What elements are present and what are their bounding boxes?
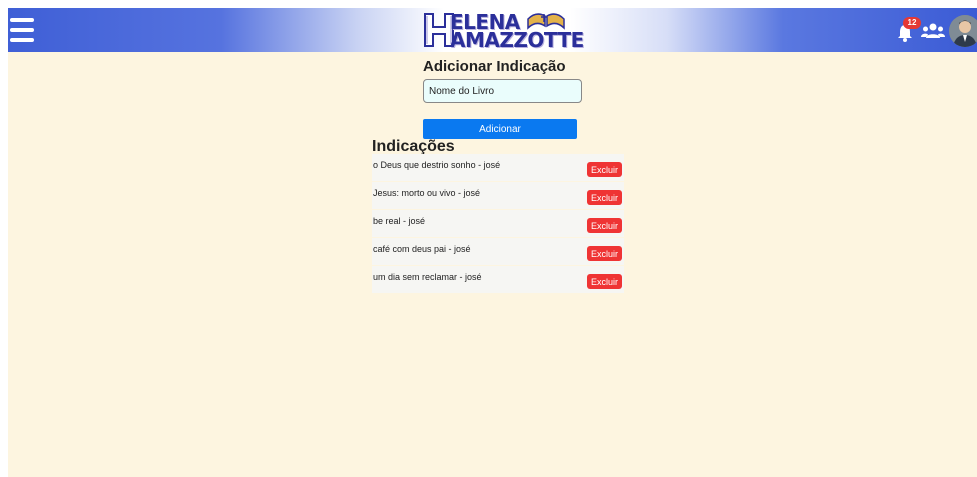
brand-logo[interactable]: ELENA AMAZZOTTE	[420, 10, 584, 52]
menu-icon[interactable]	[10, 18, 34, 42]
delete-button[interactable]: Excluir	[587, 274, 622, 289]
list-item: o Deus que destrio sonho - josé Excluir	[372, 154, 624, 182]
delete-button[interactable]: Excluir	[587, 246, 622, 261]
list-item: café com deus pai - josé Excluir	[372, 238, 624, 266]
add-button[interactable]: Adicionar	[423, 119, 577, 139]
book-name-input[interactable]	[423, 79, 582, 103]
recommendations-list: o Deus que destrio sonho - josé Excluir …	[372, 154, 624, 294]
delete-button[interactable]: Excluir	[587, 190, 622, 205]
list-item: Jesus: morto ou vivo - josé Excluir	[372, 182, 624, 210]
list-item: be real - josé Excluir	[372, 210, 624, 238]
top-navbar: ELENA AMAZZOTTE 12	[8, 8, 977, 52]
list-item-text: Jesus: morto ou vivo - josé	[373, 188, 481, 198]
open-book-icon	[527, 13, 565, 30]
users-icon[interactable]	[921, 22, 945, 40]
user-avatar[interactable]	[949, 15, 977, 47]
form-title: Adicionar Indicação	[423, 58, 566, 75]
page: ELENA AMAZZOTTE 12 Adicionar Indicação N…	[8, 8, 977, 477]
list-item: um dia sem reclamar - josé Excluir	[372, 266, 624, 294]
list-item-text: café com deus pai - josé	[373, 244, 471, 254]
notification-badge: 12	[903, 17, 921, 29]
delete-button[interactable]: Excluir	[587, 218, 622, 233]
list-item-text: um dia sem reclamar - josé	[373, 272, 482, 282]
delete-button[interactable]: Excluir	[587, 162, 622, 177]
list-item-text: o Deus que destrio sonho - josé	[373, 160, 501, 170]
list-item-text: be real - josé	[373, 216, 426, 226]
